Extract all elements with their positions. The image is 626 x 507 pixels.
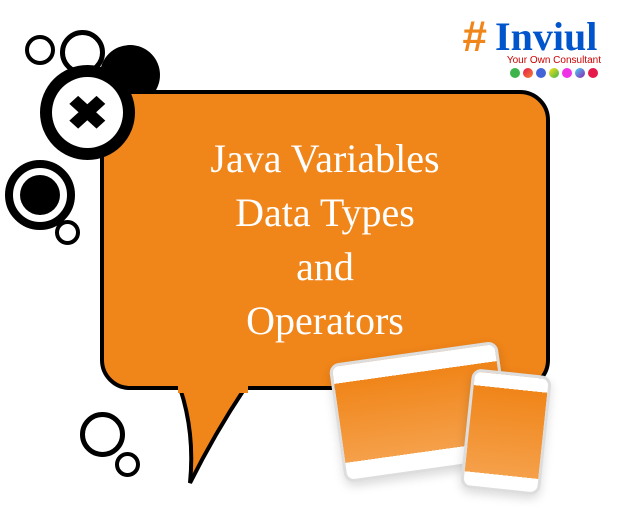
circle-decoration [20, 175, 60, 215]
logo-dot [510, 68, 520, 78]
bubble-line-4: Operators [246, 294, 404, 348]
bubble-line-1: Java Variables [210, 132, 439, 186]
circle-decoration [80, 412, 125, 457]
close-badge-inner: ✖ [52, 77, 123, 148]
logo-brand-text: Inviul [495, 17, 597, 57]
circle-decoration [115, 452, 140, 477]
logo-dot [562, 68, 572, 78]
brand-logo: # Inviul Your Own Consultant [459, 15, 601, 78]
logo-dot [575, 68, 585, 78]
logo-tagline: Your Own Consultant [507, 55, 601, 66]
close-icon: ✖ [66, 86, 108, 140]
logo-dots [510, 68, 598, 78]
circle-decoration [25, 35, 55, 65]
speech-bubble-tail [170, 383, 290, 493]
hash-icon: # [463, 15, 487, 59]
phone-icon [460, 368, 552, 496]
close-badge: ✖ [40, 65, 135, 160]
circle-decoration [55, 220, 80, 245]
logo-dot [588, 68, 598, 78]
logo-dot [536, 68, 546, 78]
logo-dot [549, 68, 559, 78]
bubble-line-2: Data Types [235, 186, 415, 240]
logo-main: # Inviul [463, 15, 598, 59]
logo-dot [523, 68, 533, 78]
bubble-line-3: and [296, 240, 354, 294]
